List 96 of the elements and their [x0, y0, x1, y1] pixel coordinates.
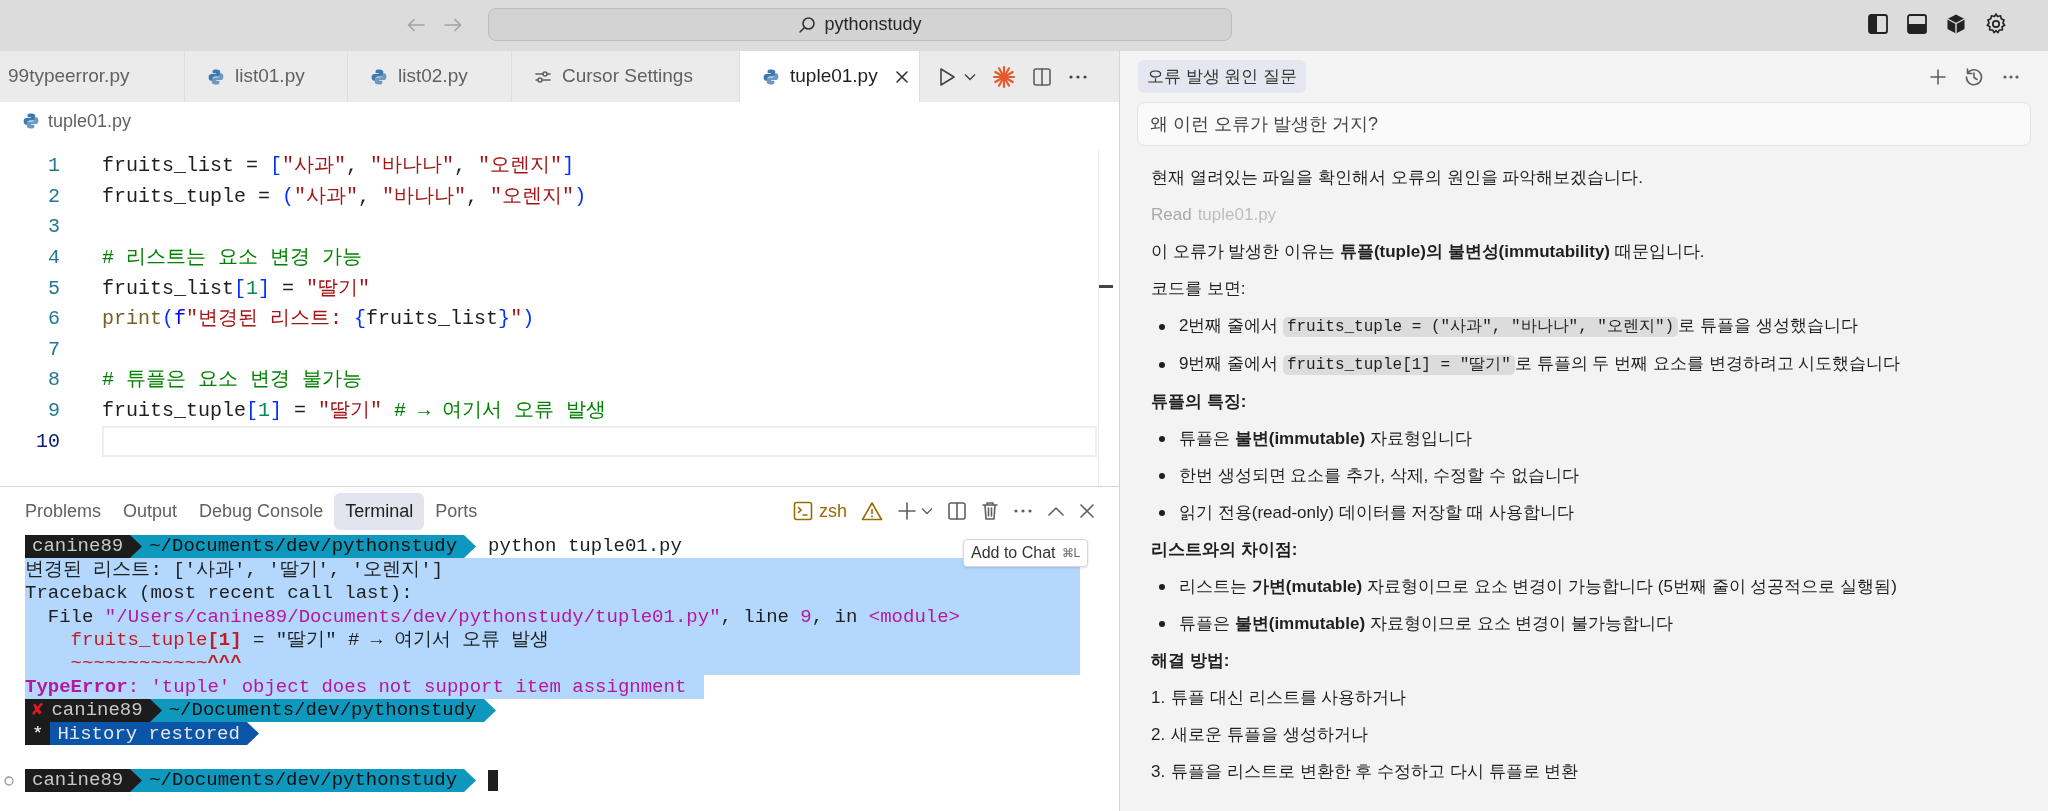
close-icon[interactable]: [895, 69, 909, 84]
python-icon: [762, 67, 780, 86]
terminal-icon[interactable]: [793, 501, 813, 521]
inline-code: fruits_tuple = ("사과", "바나나", "오렌지"): [1282, 317, 1679, 337]
line-number: 4: [47, 245, 60, 272]
run-icon[interactable]: [938, 66, 956, 87]
panel-tab[interactable]: Terminal: [334, 492, 425, 530]
chat-paragraph: 코드를 보면:: [1151, 278, 1247, 300]
warning-icon[interactable]: [861, 501, 883, 521]
search-bar[interactable]: pythonstudy: [488, 8, 1232, 41]
code-line: # 튜플은 요소 변경 불가능: [102, 367, 362, 394]
trash-icon[interactable]: [981, 501, 999, 521]
bullet-text: 9번째 줄에서 fruits_tuple[1] = "딸기" 로 튜플의 두 번째 요소를 변경하려고 시도했습니다: [1179, 353, 1901, 377]
history-icon[interactable]: [1964, 66, 1984, 87]
line-number: 6: [47, 306, 60, 333]
prompt-label: ~/Documents/dev/pythonstudy: [149, 768, 458, 794]
chat-paragraph: 이 오류가 발생한 이유는 튜플(tuple)의 불변성(immutability) 때문입니다.: [1151, 241, 1706, 263]
python-icon: [370, 67, 388, 86]
panel-tab[interactable]: Ports: [424, 492, 489, 530]
bullet-icon: [1159, 436, 1165, 442]
bullet-text: 튜플은 불변(immutable) 자료형이므로 요소 변경이 불가능합니다: [1179, 613, 1673, 635]
list-number: 1.: [1151, 687, 1166, 709]
sidebar-toggle-icon[interactable]: [1867, 13, 1889, 35]
bullet-text: 한번 생성되면 요소를 추가, 삭제, 수정할 수 없습니다: [1179, 465, 1579, 487]
panel-tab[interactable]: Problems: [14, 492, 113, 530]
cube-icon[interactable]: [1945, 13, 1967, 35]
editor-tab[interactable]: tuple01.py: [740, 51, 920, 102]
section-heading: 해결 방법:: [1151, 650, 1231, 672]
code-line: print(f"변경된 리스트: {fruits_list}"): [102, 306, 535, 333]
code-line: fruits_list[1] = "딸기": [102, 275, 371, 302]
more-icon[interactable]: [1013, 508, 1033, 514]
list-text: 새로운 튜플을 생성하거나: [1171, 724, 1368, 746]
panel-toggle-icon[interactable]: [1906, 13, 1928, 35]
code-line: fruits_tuple[1] = "딸기" # → 여기서 오류 발생: [102, 398, 607, 425]
line-number: 5: [47, 275, 60, 302]
panel-tab[interactable]: Debug Console: [188, 492, 335, 530]
error-mark: ✘: [32, 698, 44, 724]
bullet-text: 읽기 전용(read-only) 데이터를 저장할 때 사용합니다: [1179, 502, 1574, 524]
caret-icon[interactable]: [921, 507, 933, 515]
bullet-icon: [1159, 621, 1165, 627]
bullet-icon: [1159, 473, 1165, 479]
prompt-label: *: [32, 721, 44, 747]
read-label: Read: [1151, 204, 1192, 226]
code-line: # 리스트는 요소 변경 가능: [102, 245, 362, 272]
list-number: 3.: [1151, 761, 1166, 783]
line-number: 3: [47, 214, 60, 241]
bullet-text: 2번째 줄에서 fruits_tuple = ("사과", "바나나", "오렌지") 로 튜플을 생성했습니다: [1179, 315, 1858, 339]
split-editor-icon[interactable]: [1032, 66, 1052, 87]
shell-name[interactable]: zsh: [819, 497, 847, 525]
code-line: fruits_list = ["사과", "바나나", "오렌지"]: [102, 153, 575, 180]
code-line: fruits_tuple = ("사과", "바나나", "오렌지"): [102, 183, 587, 210]
chat-title[interactable]: 오류 발생 원인 질문: [1138, 59, 1307, 94]
search-icon: [798, 15, 817, 34]
more-icon[interactable]: [2002, 73, 2020, 80]
line-number: 8: [47, 367, 60, 394]
bullet-text: 튜플은 불변(immutable) 자료형입니다: [1179, 428, 1472, 450]
line-number: 10: [35, 428, 60, 455]
prompt-label: canine89: [32, 534, 124, 560]
panel-tab[interactable]: Output: [112, 492, 189, 530]
chat-paragraph: 현재 열려있는 파일을 확인해서 오류의 원인을 파악해보겠습니다.: [1151, 167, 1645, 189]
list-text: 튜플을 리스트로 변환한 후 수정하고 다시 튜플로 변환: [1171, 761, 1579, 783]
close-icon[interactable]: [1079, 503, 1095, 519]
line-number: 2: [47, 183, 60, 210]
settings-icon[interactable]: [1984, 12, 2008, 36]
inline-code: fruits_tuple[1] = "딸기": [1282, 355, 1515, 375]
more-icon[interactable]: [1068, 73, 1088, 80]
bullet-text: 리스트는 가변(mutable) 자료형이므로 요소 변경이 가능합니다 (5번째 줄이 성공적으로 실행됨): [1179, 576, 1897, 598]
terminal-command: python tuple01.py: [488, 534, 682, 560]
prompt-label: canine89: [32, 768, 124, 794]
split-terminal-icon[interactable]: [947, 501, 967, 521]
python-icon: [207, 67, 225, 86]
list-text: 튜플 대신 리스트를 사용하거나: [1171, 687, 1407, 709]
bullet-icon: [1159, 323, 1165, 330]
chevron-up-icon[interactable]: [1047, 505, 1065, 517]
plus-icon[interactable]: [897, 501, 917, 521]
prompt-label: ~/Documents/dev/pythonstudy: [149, 534, 458, 560]
line-number: 9: [47, 398, 60, 425]
plus-icon[interactable]: [1930, 68, 1946, 85]
line-number: 7: [47, 336, 60, 363]
bullet-icon: [1159, 584, 1165, 590]
chat-message: 왜 이런 오류가 발생한 거지?: [1137, 102, 2031, 146]
bullet-icon: [1159, 361, 1165, 368]
prompt-label: History restored: [57, 721, 240, 747]
list-number: 2.: [1151, 724, 1166, 746]
prompt-label: canine89: [51, 698, 143, 724]
prompt-label: ~/Documents/dev/pythonstudy: [168, 698, 477, 724]
line-number: 1: [47, 153, 60, 180]
section-heading: 튜플의 특징:: [1151, 391, 1248, 413]
tooltip: Add to Chat ⌘L: [963, 539, 1089, 567]
caret-icon[interactable]: [964, 72, 976, 81]
section-heading: 리스트와의 차이점:: [1151, 539, 1299, 561]
bullet-icon: [1159, 510, 1165, 516]
python-icon: [22, 112, 40, 130]
overview-ruler-mark: [1099, 285, 1113, 288]
breadcrumb-item[interactable]: tuple01.py: [48, 107, 132, 135]
sparkle-icon[interactable]: [992, 64, 1016, 89]
